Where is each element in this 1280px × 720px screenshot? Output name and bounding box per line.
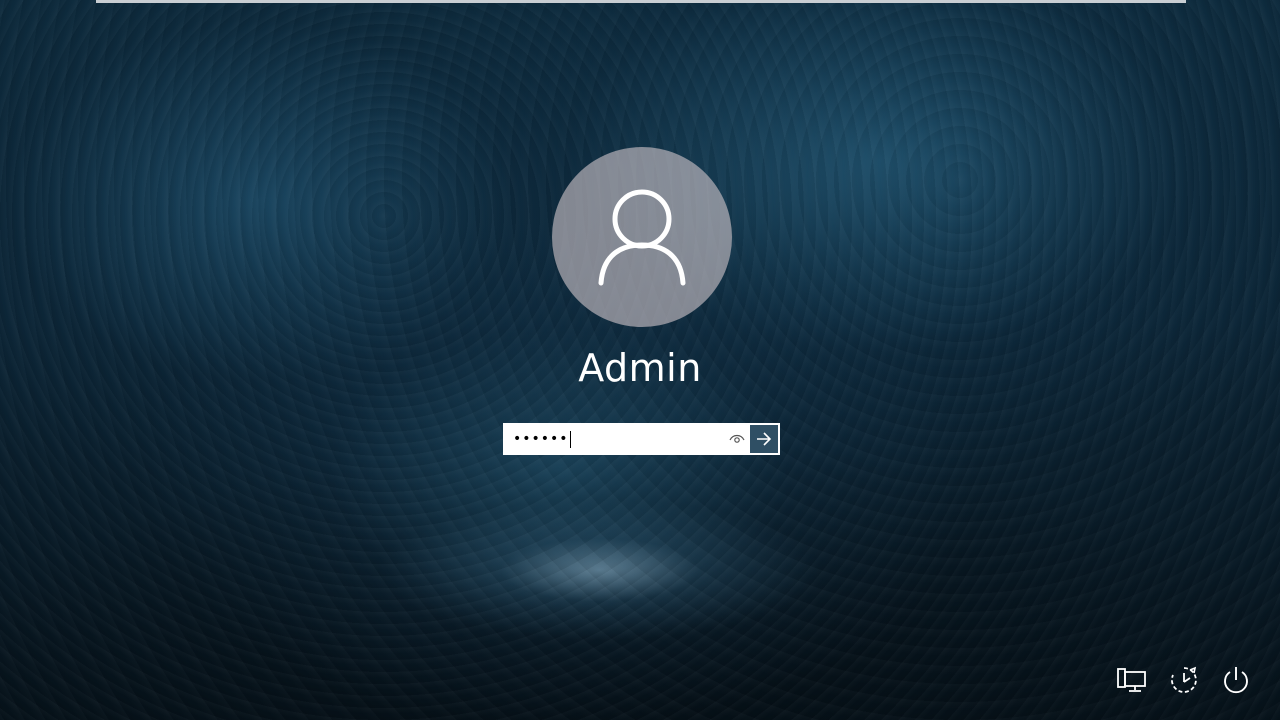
network-button[interactable] [1116,664,1148,696]
network-icon [1117,668,1146,692]
lock-screen: Admin •••••• [0,0,1280,720]
submit-button[interactable] [750,425,778,453]
system-tray [1116,664,1252,696]
user-icon [598,189,686,286]
ease-of-access-button[interactable] [1168,664,1200,696]
power-button[interactable] [1220,664,1252,696]
ease-of-access-icon [1171,666,1197,693]
top-edge-bar [96,0,1186,3]
user-avatar [552,147,732,327]
eye-icon [729,434,745,443]
password-input[interactable]: •••••• [505,425,724,453]
reveal-password-button[interactable] [724,425,750,453]
text-caret [569,430,571,448]
power-icon [1224,667,1248,694]
password-box: •••••• [503,423,780,455]
password-masked-value: •••••• [513,431,569,447]
arrow-right-icon [757,432,772,446]
user-name: Admin [578,346,702,390]
